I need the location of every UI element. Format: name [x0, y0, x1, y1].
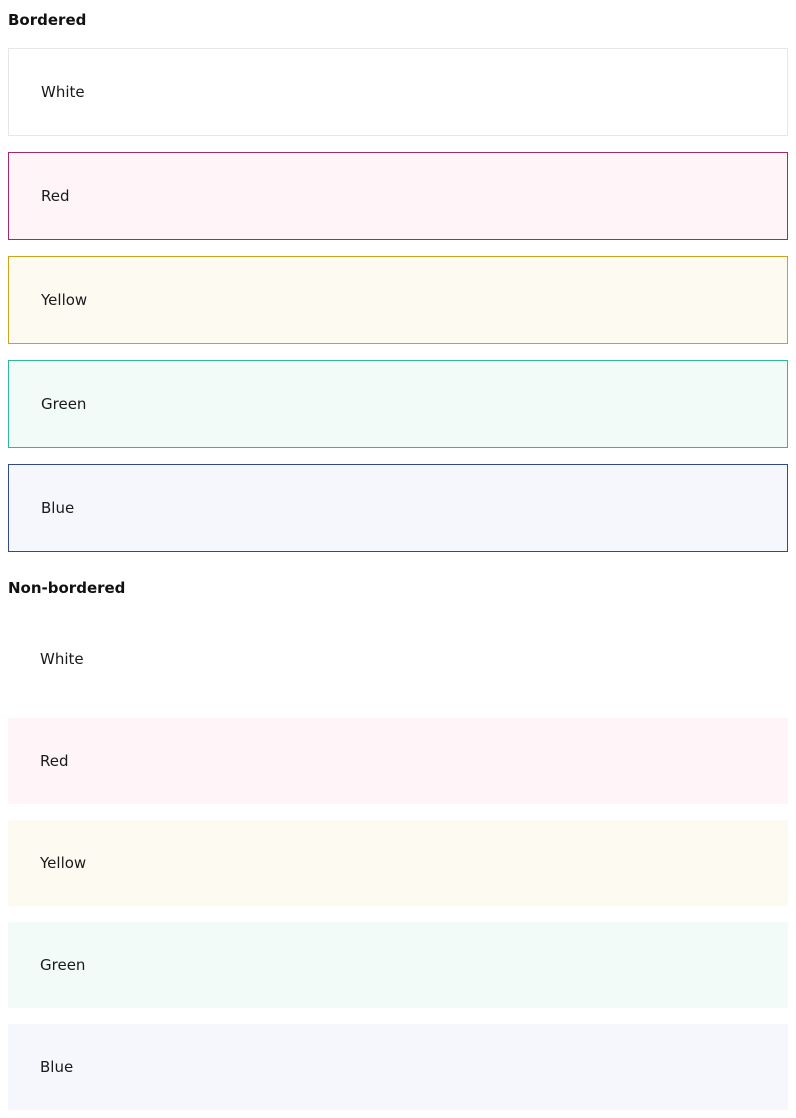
panel-plain-green: Green	[8, 922, 788, 1008]
panel-label: Blue	[40, 1058, 74, 1076]
panel-plain-red: Red	[8, 718, 788, 804]
section-heading-bordered: Bordered	[8, 11, 87, 29]
panel-label: White	[40, 650, 84, 668]
panel-label: Yellow	[40, 854, 87, 872]
panel-label: Red	[40, 752, 69, 770]
panel-bordered-blue: Blue	[8, 464, 788, 552]
panel-bordered-white: White	[8, 48, 788, 136]
panel-label: Green	[41, 395, 87, 413]
panel-plain-yellow: Yellow	[8, 820, 788, 906]
panel-label: Blue	[41, 499, 75, 517]
panel-label: Red	[41, 187, 70, 205]
panel-plain-blue: Blue	[8, 1024, 788, 1110]
panel-plain-white: White	[8, 616, 788, 702]
section-heading-non-bordered: Non-bordered	[8, 579, 126, 597]
panel-bordered-yellow: Yellow	[8, 256, 788, 344]
panel-label: White	[41, 83, 85, 101]
panels-demo-page: Bordered White Red Yellow Green Blue Non…	[0, 0, 796, 1118]
panel-label: Green	[40, 956, 86, 974]
panel-label: Yellow	[41, 291, 88, 309]
panel-bordered-red: Red	[8, 152, 788, 240]
panel-bordered-green: Green	[8, 360, 788, 448]
